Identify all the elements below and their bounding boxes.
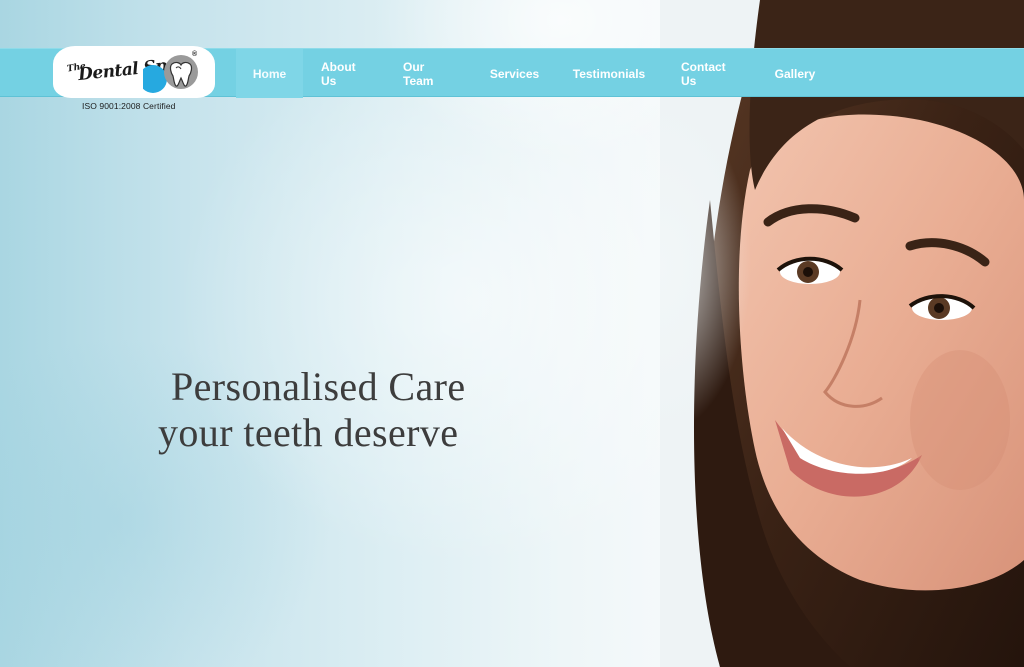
nav-our-team-label: Our Team xyxy=(403,59,434,88)
nav-testimonials[interactable]: Testimonials xyxy=(555,49,663,98)
nav-about-us[interactable]: About Us xyxy=(303,49,385,98)
hero-headline-line1: Personalised Care xyxy=(171,364,466,409)
nav-services[interactable]: Services xyxy=(474,49,555,98)
certification-label: ISO 9001:2008 Certified xyxy=(82,101,176,111)
nav-testimonials-label: Testimonials xyxy=(572,66,646,81)
nav-about-us-label: About Us xyxy=(321,59,356,88)
registered-mark: ® xyxy=(192,51,198,58)
nav-contact-us-label: Contact Us xyxy=(681,59,726,88)
nav-gallery-label: Gallery xyxy=(774,66,816,81)
nav-home[interactable]: Home xyxy=(236,49,303,98)
main-nav: Home About Us Our Team Services Testimon… xyxy=(236,49,834,98)
hero-headline: Personalised Care your teeth deserve xyxy=(158,364,578,456)
hero-portrait-image xyxy=(660,0,1024,667)
nav-home-label: Home xyxy=(252,66,287,81)
nav-services-label: Services xyxy=(489,66,540,81)
nav-gallery[interactable]: Gallery xyxy=(756,49,834,98)
nav-our-team[interactable]: Our Team xyxy=(385,49,474,98)
nav-contact-us[interactable]: Contact Us xyxy=(663,49,756,98)
tooth-icon xyxy=(143,55,198,93)
hero-headline-line2: your teeth deserve xyxy=(158,410,459,455)
